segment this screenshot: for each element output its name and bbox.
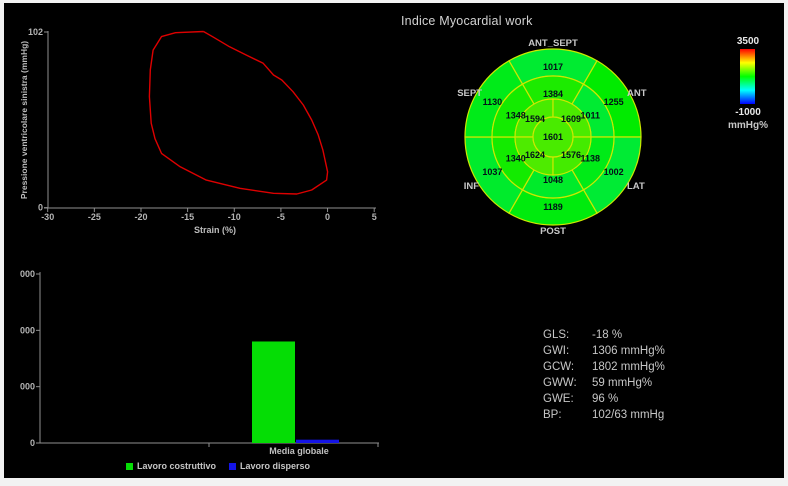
bar-constructive bbox=[252, 341, 295, 443]
apical-segment-value: 1609 bbox=[561, 114, 581, 124]
stat-label: BP: bbox=[543, 407, 592, 423]
y-tick-label: 102 bbox=[28, 27, 43, 37]
x-tick-label: 0 bbox=[325, 212, 330, 222]
x-tick-label: -15 bbox=[181, 212, 194, 222]
apical-segment-value: 1594 bbox=[525, 114, 545, 124]
x-tick-label: -5 bbox=[277, 212, 285, 222]
mid-segment-value: 1348 bbox=[506, 111, 526, 121]
bullseye-region-label: LAT bbox=[627, 181, 645, 192]
bullseye-region-label: INF bbox=[464, 181, 480, 192]
legend-label-wasted: Lavoro disperso bbox=[240, 461, 310, 471]
stat-label: GLS: bbox=[543, 327, 592, 343]
stat-value: -18 % bbox=[592, 329, 622, 341]
global-work-bar-chart: 0 1000 2000 3000 bbox=[20, 265, 390, 455]
stat-value: 1306 mmHg% bbox=[592, 345, 665, 357]
apex-value: 1601 bbox=[543, 132, 563, 142]
pressure-strain-loop-line bbox=[149, 32, 327, 195]
report-canvas: Indice Myocardial work 0 102 -30 -25 -20 -15 -… bbox=[4, 3, 784, 478]
stat-value: 1802 mmHg% bbox=[592, 361, 665, 373]
page-title: Indice Myocardial work bbox=[401, 14, 533, 28]
bullseye-region-label: ANT bbox=[627, 88, 647, 99]
stats-panel: GLS:-18 %GWI:1306 mmHg%GCW:1802 mmHg%GWW… bbox=[543, 327, 665, 423]
x-tick-label: 5 bbox=[372, 212, 377, 222]
stat-value: 102/63 mmHg bbox=[592, 409, 664, 421]
stat-value: 96 % bbox=[592, 393, 618, 405]
x-tick-label: -30 bbox=[41, 212, 54, 222]
basal-segment-value: 1037 bbox=[482, 167, 502, 177]
stat-row: GCW:1802 mmHg% bbox=[543, 359, 665, 375]
bullseye-chart: 1017 1255 1002 1189 1037 1130 1384 1011 1138 1048… bbox=[430, 35, 680, 240]
legend-label-constructive: Lavoro costruttivo bbox=[137, 461, 216, 471]
loop-x-axis-label: Strain (%) bbox=[140, 225, 290, 235]
loop-y-axis-label: Pressione ventricolare sinistra (mmHg) bbox=[19, 41, 29, 199]
colorbar bbox=[740, 49, 755, 104]
legend-entry-constructive: Lavoro costruttivo bbox=[126, 461, 216, 471]
colorbar-min-label: -1000 bbox=[726, 107, 770, 118]
colorbar-max-label: 3500 bbox=[726, 36, 770, 47]
bar-legend: Lavoro costruttivo Lavoro disperso bbox=[126, 461, 310, 471]
constructive-work-swatch-icon bbox=[126, 463, 133, 470]
stat-label: GWE: bbox=[543, 391, 592, 407]
y-tick-label: 3000 bbox=[20, 269, 35, 279]
apical-segment-value: 1624 bbox=[525, 150, 545, 160]
basal-segment-value: 1002 bbox=[604, 167, 624, 177]
bar-category-label: Media globale bbox=[254, 446, 344, 456]
mid-segment-value: 1138 bbox=[580, 154, 600, 164]
bullseye-region-label: POST bbox=[540, 226, 566, 237]
stat-row: GWI:1306 mmHg% bbox=[543, 343, 665, 359]
stat-label: GCW: bbox=[543, 359, 592, 375]
x-tick-label: -10 bbox=[228, 212, 241, 222]
stat-value: 59 mmHg% bbox=[592, 377, 652, 389]
mid-segment-value: 1011 bbox=[580, 111, 600, 121]
stat-row: GWW:59 mmHg% bbox=[543, 375, 665, 391]
basal-segment-value: 1130 bbox=[483, 97, 503, 107]
mid-segment-value: 1340 bbox=[506, 154, 526, 164]
colorbar-unit-label: mmHg% bbox=[726, 120, 770, 131]
basal-segment-value: 1017 bbox=[543, 62, 563, 72]
y-tick-label: 2000 bbox=[20, 325, 35, 335]
basal-segment-value: 1255 bbox=[604, 97, 624, 107]
bullseye-region-label: SEPT bbox=[457, 88, 482, 99]
bullseye-region-label: ANT_SEPT bbox=[528, 38, 578, 49]
y-tick-label: 0 bbox=[30, 438, 35, 448]
apical-segment-value: 1576 bbox=[561, 150, 581, 160]
basal-segment-value: 1189 bbox=[543, 202, 563, 212]
x-tick-label: -20 bbox=[134, 212, 147, 222]
stat-row: GWE:96 % bbox=[543, 391, 665, 407]
pressure-strain-loop-chart: 0102-30-25-20-15-10-505 bbox=[8, 10, 390, 243]
wasted-work-swatch-icon bbox=[229, 463, 236, 470]
mid-segment-value: 1048 bbox=[543, 175, 563, 185]
stat-row: GLS:-18 % bbox=[543, 327, 665, 343]
bar-wasted bbox=[296, 440, 339, 443]
x-tick-label: -25 bbox=[88, 212, 101, 222]
legend-entry-wasted: Lavoro disperso bbox=[229, 461, 310, 471]
y-tick-label: 1000 bbox=[20, 382, 35, 392]
stat-row: BP:102/63 mmHg bbox=[543, 407, 665, 423]
stat-label: GWI: bbox=[543, 343, 592, 359]
mid-segment-value: 1384 bbox=[543, 89, 563, 99]
stat-label: GWW: bbox=[543, 375, 592, 391]
